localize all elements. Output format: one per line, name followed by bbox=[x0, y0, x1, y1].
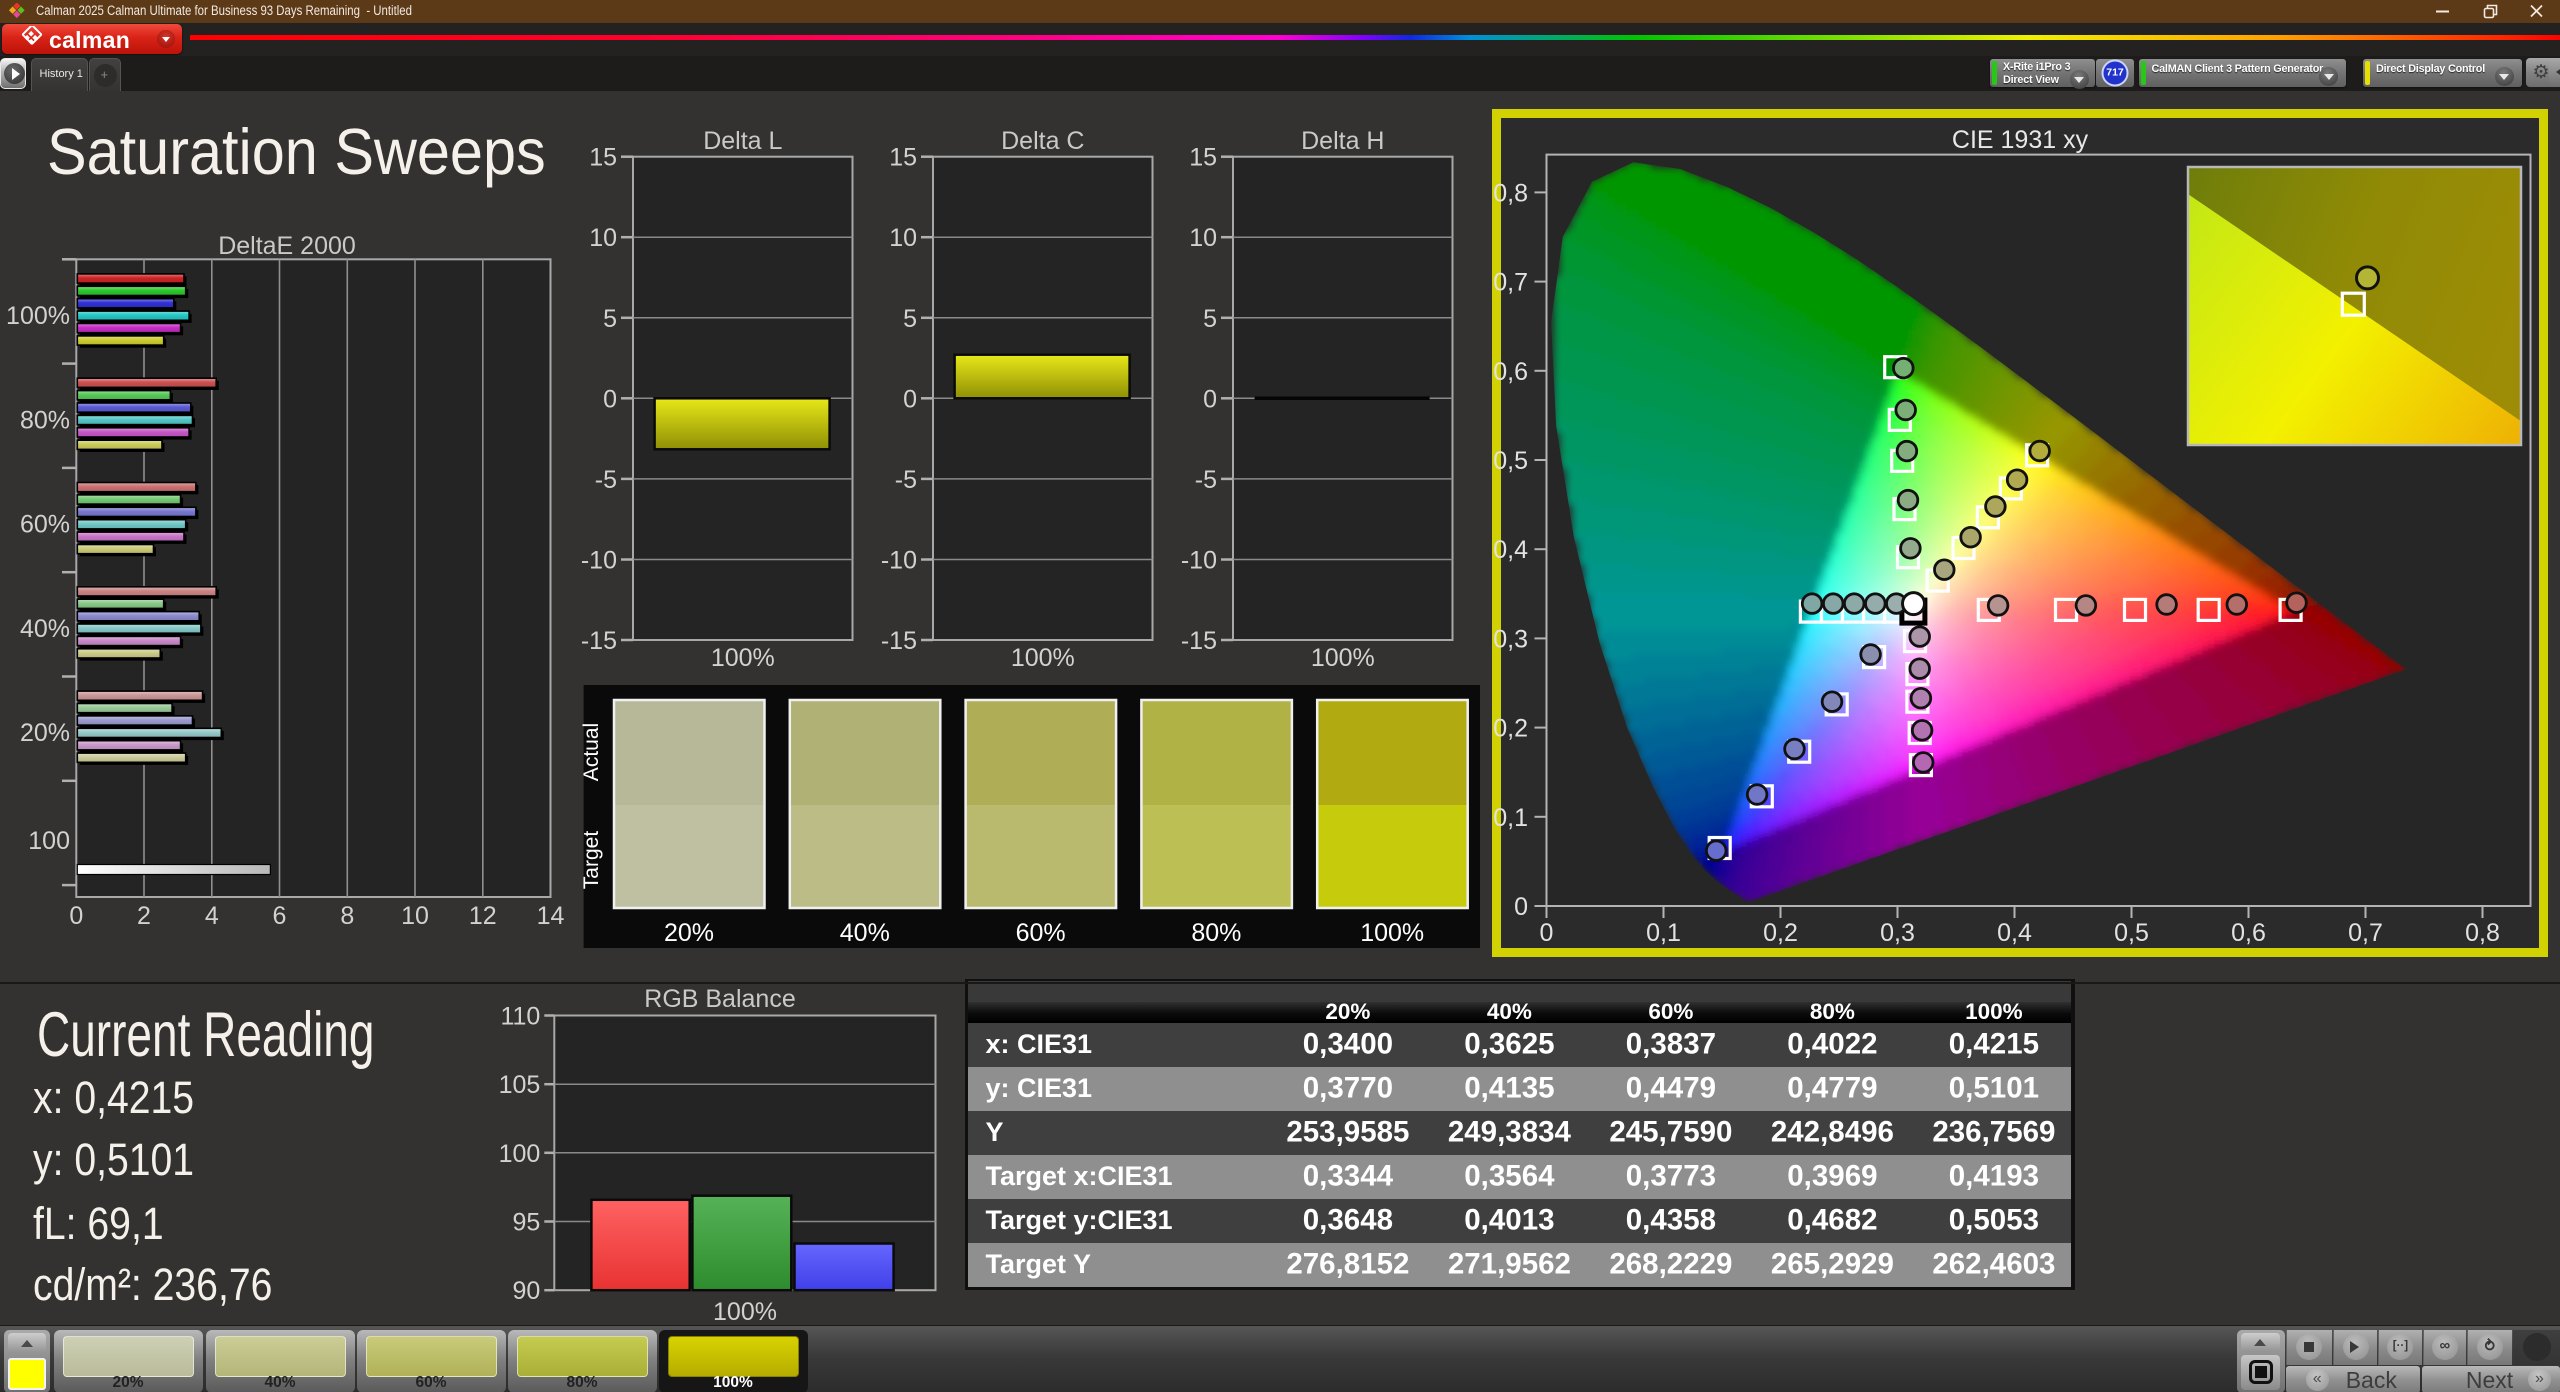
svg-text:15: 15 bbox=[889, 144, 917, 172]
svg-text:Target: Target bbox=[580, 831, 603, 890]
svg-text:0,6: 0,6 bbox=[2231, 919, 2266, 947]
svg-text:10: 10 bbox=[889, 224, 917, 252]
svg-text:0: 0 bbox=[603, 385, 617, 413]
svg-text:0,8: 0,8 bbox=[1493, 179, 1528, 207]
svg-text:20%: 20% bbox=[20, 719, 70, 747]
svg-text:-5: -5 bbox=[1195, 466, 1217, 494]
svg-text:5: 5 bbox=[1203, 305, 1217, 333]
svg-text:0: 0 bbox=[69, 902, 83, 930]
svg-text:0,5: 0,5 bbox=[2114, 919, 2149, 947]
svg-text:-10: -10 bbox=[881, 547, 917, 575]
svg-text:4: 4 bbox=[205, 902, 219, 930]
svg-text:8: 8 bbox=[340, 902, 354, 930]
svg-text:100%: 100% bbox=[711, 644, 775, 672]
svg-text:40%: 40% bbox=[840, 919, 890, 947]
svg-text:0,7: 0,7 bbox=[1493, 269, 1528, 297]
svg-text:0,1: 0,1 bbox=[1646, 919, 1681, 947]
svg-text:12: 12 bbox=[469, 902, 497, 930]
svg-text:80%: 80% bbox=[20, 406, 70, 434]
svg-text:-5: -5 bbox=[595, 466, 617, 494]
svg-text:0,2: 0,2 bbox=[1493, 715, 1528, 743]
svg-text:5: 5 bbox=[903, 305, 917, 333]
svg-text:0,7: 0,7 bbox=[2348, 919, 2383, 947]
svg-text:10: 10 bbox=[1189, 224, 1217, 252]
svg-text:105: 105 bbox=[499, 1071, 541, 1099]
svg-text:0,3: 0,3 bbox=[1880, 919, 1915, 947]
svg-text:100%: 100% bbox=[1360, 919, 1424, 947]
svg-text:15: 15 bbox=[1189, 144, 1217, 172]
svg-text:40%: 40% bbox=[20, 615, 70, 643]
svg-text:0,4: 0,4 bbox=[1493, 536, 1528, 564]
svg-text:100: 100 bbox=[499, 1140, 541, 1168]
svg-text:2: 2 bbox=[137, 902, 151, 930]
svg-text:0,4: 0,4 bbox=[1997, 919, 2032, 947]
svg-text:0: 0 bbox=[903, 385, 917, 413]
svg-text:100%: 100% bbox=[1011, 644, 1075, 672]
svg-text:100%: 100% bbox=[6, 302, 70, 330]
svg-text:5: 5 bbox=[603, 305, 617, 333]
svg-text:10: 10 bbox=[401, 902, 429, 930]
svg-text:100%: 100% bbox=[1311, 644, 1375, 672]
svg-text:0,2: 0,2 bbox=[1763, 919, 1798, 947]
svg-text:15: 15 bbox=[589, 144, 617, 172]
svg-text:110: 110 bbox=[500, 1003, 540, 1031]
svg-text:0,6: 0,6 bbox=[1493, 358, 1528, 386]
svg-text:-15: -15 bbox=[1181, 627, 1217, 655]
svg-text:0,3: 0,3 bbox=[1493, 625, 1528, 653]
svg-text:6: 6 bbox=[273, 902, 287, 930]
svg-text:60%: 60% bbox=[1016, 919, 1066, 947]
svg-text:20%: 20% bbox=[664, 919, 714, 947]
svg-text:CIE 1931 xy: CIE 1931 xy bbox=[1952, 126, 2089, 154]
svg-text:0,1: 0,1 bbox=[1493, 804, 1528, 832]
svg-text:100: 100 bbox=[28, 827, 70, 855]
svg-text:DeltaE 2000: DeltaE 2000 bbox=[218, 232, 356, 260]
svg-text:10: 10 bbox=[589, 224, 617, 252]
svg-text:Actual: Actual bbox=[580, 723, 603, 781]
svg-text:100%: 100% bbox=[713, 1298, 777, 1326]
svg-text:Delta L: Delta L bbox=[703, 127, 782, 155]
svg-text:-10: -10 bbox=[1181, 547, 1217, 575]
svg-text:Delta C: Delta C bbox=[1001, 127, 1084, 155]
svg-text:0,8: 0,8 bbox=[2465, 919, 2500, 947]
svg-text:-15: -15 bbox=[581, 627, 617, 655]
svg-text:-15: -15 bbox=[881, 627, 917, 655]
svg-text:0,5: 0,5 bbox=[1493, 447, 1528, 475]
svg-text:80%: 80% bbox=[1191, 919, 1241, 947]
svg-text:-5: -5 bbox=[895, 466, 917, 494]
svg-text:95: 95 bbox=[512, 1209, 540, 1237]
svg-text:Delta H: Delta H bbox=[1301, 127, 1384, 155]
svg-text:-10: -10 bbox=[581, 547, 617, 575]
svg-text:60%: 60% bbox=[20, 511, 70, 539]
svg-text:14: 14 bbox=[537, 902, 565, 930]
svg-text:0: 0 bbox=[1203, 385, 1217, 413]
svg-text:0: 0 bbox=[1514, 893, 1528, 921]
svg-text:RGB Balance: RGB Balance bbox=[644, 985, 795, 1013]
svg-text:90: 90 bbox=[512, 1277, 540, 1305]
svg-text:0: 0 bbox=[1540, 919, 1554, 947]
